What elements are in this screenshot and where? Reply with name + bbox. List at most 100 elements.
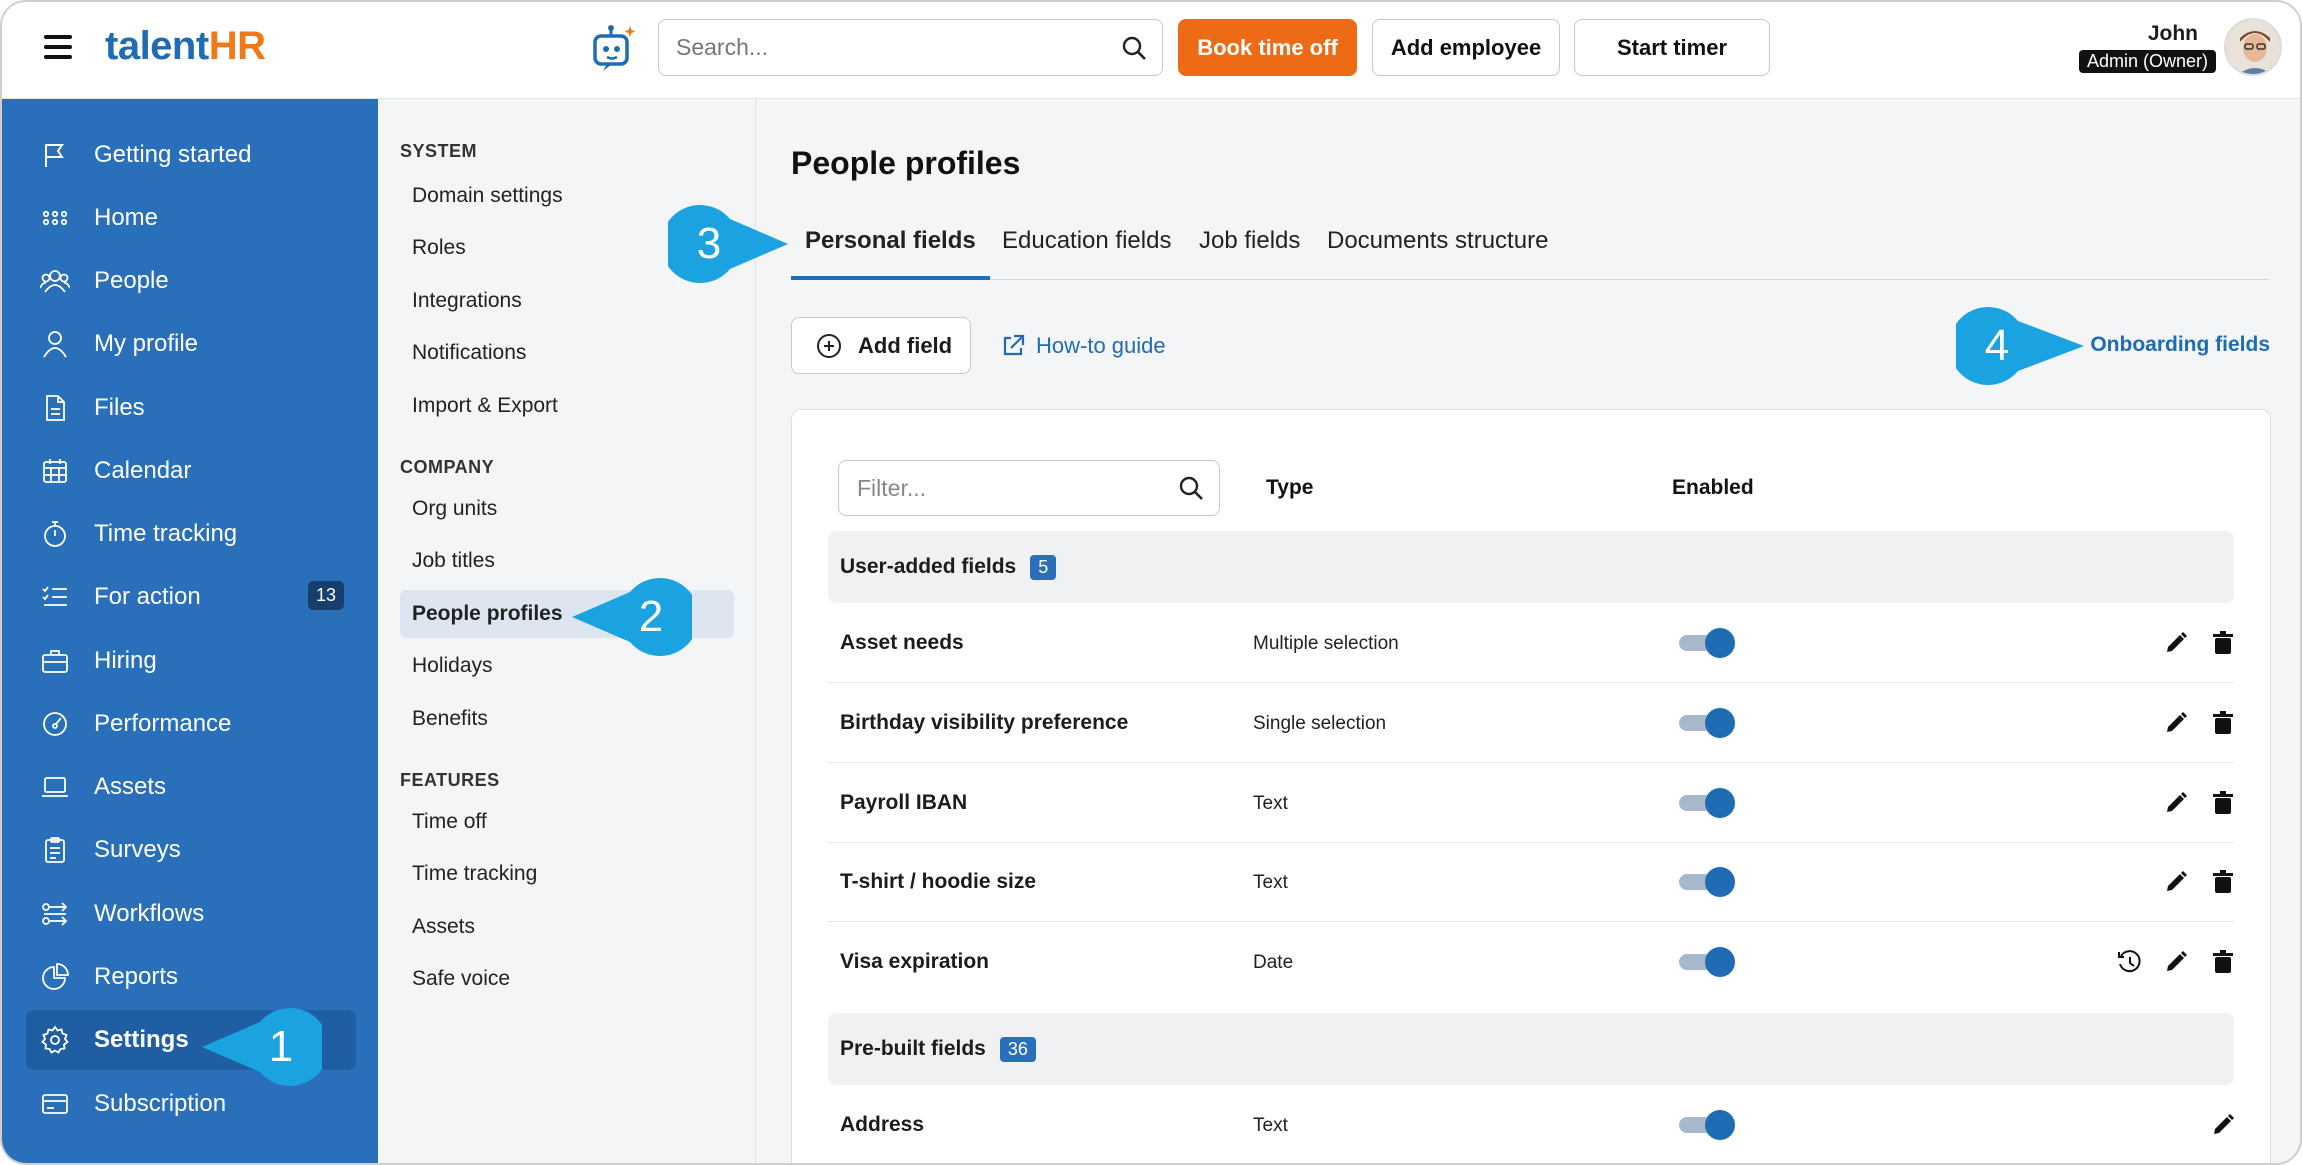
- subnav-item-time-tracking[interactable]: Time tracking: [400, 850, 734, 898]
- stopwatch-icon: [44, 521, 66, 547]
- subnav-item-org-units[interactable]: Org units: [400, 485, 734, 533]
- sidebar-item-calendar[interactable]: Calendar: [26, 441, 356, 501]
- field-type: Multiple selection: [1253, 633, 1399, 654]
- sidebar-item-assets[interactable]: Assets: [26, 757, 356, 817]
- trash-icon[interactable]: [2209, 948, 2237, 976]
- column-header-type: Type: [1266, 476, 1314, 499]
- flag-icon: [45, 144, 64, 167]
- sidebar-item-people[interactable]: People: [26, 251, 356, 311]
- field-type: Text: [1253, 793, 1288, 814]
- sidebar-item-files[interactable]: Files: [26, 378, 356, 438]
- search-icon[interactable]: [1120, 34, 1148, 62]
- sidebar-item-home[interactable]: Home: [26, 188, 356, 248]
- table-row: T-shirt / hoodie size Text: [828, 842, 2234, 922]
- subnav-item-notifications[interactable]: Notifications: [400, 329, 734, 377]
- filter-input[interactable]: [839, 461, 1219, 515]
- field-name: Payroll IBAN: [840, 791, 968, 814]
- onboarding-fields-link[interactable]: Onboarding fields: [2090, 333, 2270, 357]
- sidebar-item-reports[interactable]: Reports: [26, 947, 356, 1007]
- tab-education-fields[interactable]: Education fields: [1002, 221, 1171, 280]
- sidebar-item-time-tracking[interactable]: Time tracking: [26, 504, 356, 564]
- trash-icon[interactable]: [2209, 709, 2237, 737]
- tab-personal-fields[interactable]: Personal fields: [791, 221, 990, 280]
- logo[interactable]: talentHR: [105, 24, 266, 69]
- how-to-guide-link[interactable]: How-to guide: [1000, 333, 1166, 359]
- checklist-icon: [42, 586, 67, 606]
- edit-pencil-icon[interactable]: [2209, 1111, 2237, 1139]
- page-title: People profiles: [791, 145, 1021, 181]
- subnav-item-benefits[interactable]: Benefits: [400, 695, 734, 743]
- sidebar-item-label: Subscription: [94, 1090, 227, 1117]
- add-field-button[interactable]: Add field: [791, 317, 971, 374]
- start-timer-button[interactable]: Start timer: [1574, 19, 1770, 76]
- toggle-knob: [1705, 867, 1735, 897]
- subnav-item-import-export[interactable]: Import & Export: [400, 382, 734, 430]
- add-employee-button[interactable]: Add employee: [1372, 19, 1560, 76]
- sidebar-item-label: People: [94, 267, 169, 294]
- field-type: Date: [1253, 952, 1294, 973]
- sidebar-item-label: Assets: [94, 773, 167, 800]
- field-name: Asset needs: [840, 631, 964, 654]
- enabled-toggle[interactable]: [1679, 1110, 1735, 1140]
- search-field[interactable]: [658, 19, 1163, 76]
- group-label: Pre-built fields: [840, 1037, 986, 1060]
- subnav-item-time-off[interactable]: Time off: [400, 798, 734, 846]
- filter-field[interactable]: [838, 460, 1220, 516]
- tab-documents-structure[interactable]: Documents structure: [1327, 221, 1548, 280]
- gauge-icon: [43, 712, 67, 736]
- sidebar-item-for-action[interactable]: For action 13: [26, 567, 356, 627]
- workflow-icon: [42, 902, 68, 926]
- trash-icon[interactable]: [2209, 789, 2237, 817]
- menu-icon[interactable]: [44, 35, 72, 59]
- sidebar-item-performance[interactable]: Performance: [26, 694, 356, 754]
- callout-3: 3: [668, 205, 788, 283]
- enabled-toggle[interactable]: [1679, 708, 1735, 738]
- trash-icon[interactable]: [2209, 868, 2237, 896]
- table-row: Visa expiration Date: [828, 922, 2234, 1002]
- callout-number: 4: [1985, 321, 2009, 370]
- column-header-enabled: Enabled: [1672, 476, 1754, 499]
- enabled-toggle[interactable]: [1679, 788, 1735, 818]
- subnav-item-assets[interactable]: Assets: [400, 903, 734, 951]
- sidebar-item-label: Home: [94, 204, 159, 231]
- enabled-toggle[interactable]: [1679, 947, 1735, 977]
- search-input[interactable]: [659, 20, 1162, 75]
- tab-job-fields[interactable]: Job fields: [1199, 221, 1300, 280]
- field-name: Visa expiration: [840, 950, 990, 973]
- edit-pencil-icon[interactable]: [2162, 789, 2190, 817]
- ai-assistant-icon[interactable]: [587, 22, 639, 74]
- sidebar-item-label: Files: [94, 394, 145, 421]
- book-time-off-button[interactable]: Book time off: [1178, 19, 1357, 76]
- sidebar-item-workflows[interactable]: Workflows: [26, 884, 356, 944]
- top-bar: talentHR Book time off Add employee Star…: [2, 2, 2300, 99]
- avatar[interactable]: [2224, 18, 2282, 76]
- field-type: Text: [1253, 1115, 1288, 1136]
- subnav-heading-company: COMPANY: [400, 457, 495, 477]
- group-user-added-fields: User-added fields 5: [828, 531, 2234, 603]
- edit-pencil-icon[interactable]: [2162, 948, 2190, 976]
- sidebar-item-label: Settings: [94, 1026, 189, 1053]
- add-field-label: Add field: [858, 332, 953, 358]
- edit-pencil-icon[interactable]: [2162, 868, 2190, 896]
- trash-icon[interactable]: [2209, 629, 2237, 657]
- callout-2: 2: [572, 578, 692, 656]
- subnav-item-safe-voice[interactable]: Safe voice: [400, 955, 734, 1003]
- history-icon[interactable]: [2116, 948, 2144, 976]
- edit-pencil-icon[interactable]: [2162, 629, 2190, 657]
- field-name: T-shirt / hoodie size: [840, 870, 1037, 893]
- sidebar-item-surveys[interactable]: Surveys: [26, 820, 356, 880]
- how-to-guide-label: How-to guide: [1036, 333, 1166, 358]
- sidebar-item-getting-started[interactable]: Getting started: [26, 125, 356, 185]
- credit-card-icon: [42, 1094, 68, 1114]
- enabled-toggle[interactable]: [1679, 628, 1735, 658]
- user-name: John: [2147, 22, 2198, 45]
- main-content: People profiles Personal fields Educatio…: [756, 99, 2300, 1163]
- sidebar-item-my-profile[interactable]: My profile: [26, 314, 356, 374]
- edit-pencil-icon[interactable]: [2162, 709, 2190, 737]
- group-count-badge: 5: [1030, 554, 1057, 580]
- logo-text-talent: talent: [105, 24, 209, 68]
- user-role-badge: Admin (Owner): [2078, 50, 2216, 73]
- enabled-toggle[interactable]: [1679, 867, 1735, 897]
- group-label: User-added fields: [840, 555, 1017, 578]
- sidebar-item-hiring[interactable]: Hiring: [26, 631, 356, 691]
